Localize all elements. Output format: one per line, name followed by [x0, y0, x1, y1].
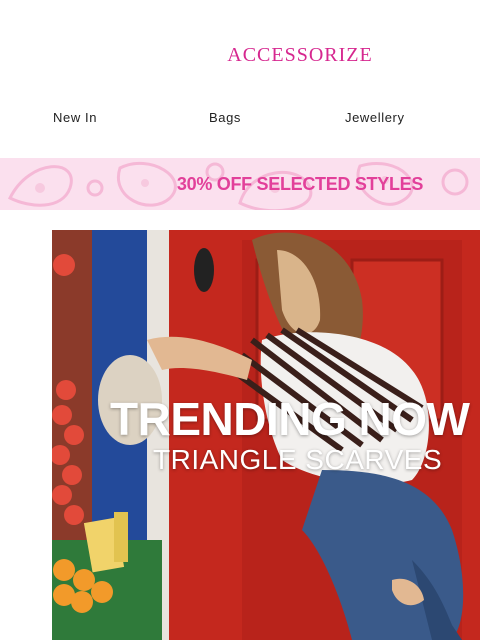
brand-logo[interactable]: ACCESSORIZE	[0, 44, 480, 67]
hero-subtitle: TRIANGLE SCARVES	[153, 444, 443, 475]
promo-text: 30% OFF SELECTED STYLES	[176, 174, 424, 194]
hero-banner[interactable]: TRENDING NOW TRIANGLE SCARVES	[52, 230, 480, 640]
promo-banner[interactable]: 30% OFF SELECTED STYLES	[0, 158, 480, 210]
nav-item-bags[interactable]: Bags	[209, 110, 241, 125]
nav-item-jewellery[interactable]: Jewellery	[345, 110, 405, 125]
nav-item-new-in[interactable]: New In	[53, 110, 97, 125]
main-nav: New In Bags Jewellery	[0, 110, 480, 128]
hero-title: TRENDING NOW	[110, 393, 470, 445]
